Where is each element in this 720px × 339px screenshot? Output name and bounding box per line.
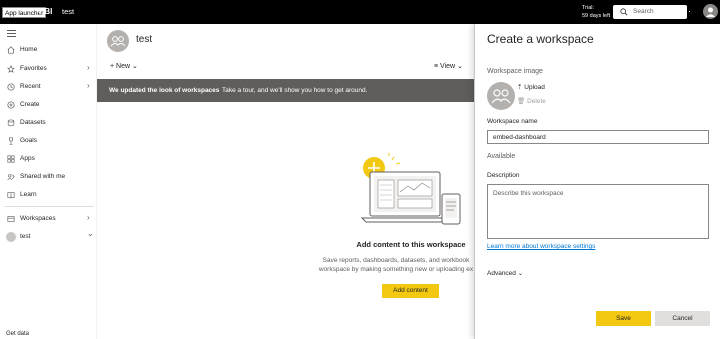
shared-icon xyxy=(7,174,15,181)
banner-headline: We updated the look of workspaces xyxy=(109,87,220,94)
save-button[interactable]: Save xyxy=(596,311,651,326)
sidebar-item-label: Recent xyxy=(20,83,41,90)
new-label: New xyxy=(116,63,131,70)
chevron-right-icon[interactable]: › xyxy=(87,81,90,90)
sidebar-item-label: Shared with me xyxy=(20,173,66,180)
star-icon xyxy=(7,65,15,73)
name-availability-status: Available xyxy=(487,153,516,160)
workspace-image-label: Workspace image xyxy=(487,68,543,75)
empty-workspace-illustration xyxy=(360,153,461,225)
empty-state-description: Save reports, dashboards, datasets, and … xyxy=(316,256,476,274)
sidebar-item-create[interactable]: Create xyxy=(0,97,97,113)
delete-label: Delete xyxy=(527,98,546,105)
sidebar-item-label: test xyxy=(20,233,31,240)
workspace-image xyxy=(487,82,515,110)
sidebar-item-apps[interactable]: Apps xyxy=(0,151,97,167)
plus-icon: + xyxy=(110,63,115,70)
chevron-right-icon[interactable]: › xyxy=(87,63,90,72)
workspace-avatar xyxy=(6,232,16,242)
empty-state-desc-line: Save reports, dashboards, datasets, and … xyxy=(322,257,470,264)
new-button[interactable]: + New ⌄ xyxy=(110,62,138,70)
sidebar-item-label: Apps xyxy=(20,155,35,162)
delete-image-button[interactable]: 🗑︎ Delete xyxy=(517,97,546,105)
workspace-logo xyxy=(107,30,129,52)
chevron-down-icon: ⌄ xyxy=(457,63,463,70)
advanced-label: Advanced xyxy=(487,270,516,277)
search-icon xyxy=(620,8,628,16)
advanced-toggle[interactable]: Advanced ⌄ xyxy=(487,269,523,277)
workspace-name-input[interactable] xyxy=(487,130,709,144)
sidebar-divider xyxy=(4,206,94,207)
chevron-down-icon: ⌄ xyxy=(132,63,138,70)
sidebar-item-label: Favorites xyxy=(20,65,47,72)
workspace-tour-banner[interactable]: We updated the look of workspaces Take a… xyxy=(97,79,477,102)
group-icon xyxy=(491,89,511,104)
view-icon: ≡ xyxy=(434,63,439,70)
top-bar: App launcher r BI test Trial: 59 days le… xyxy=(0,0,720,24)
sidebar-item-workspaces[interactable]: Workspaces › xyxy=(0,211,97,227)
account-avatar[interactable] xyxy=(703,4,718,19)
home-icon xyxy=(7,46,15,54)
learn-more-link[interactable]: Learn more about workspace settings xyxy=(487,243,595,250)
view-label: View xyxy=(440,63,456,70)
banner-text: Take a tour, and we'll show you how to g… xyxy=(222,87,368,94)
get-data-link[interactable]: Get data xyxy=(6,331,29,337)
sidebar-item-home[interactable]: Home xyxy=(0,42,97,58)
workspace-name-label: Workspace name xyxy=(487,118,538,125)
page-title: test xyxy=(136,34,153,45)
apps-icon xyxy=(7,155,15,163)
chevron-down-icon[interactable]: ⌄ xyxy=(87,229,94,238)
sidebar-item-datasets[interactable]: Datasets xyxy=(0,115,97,131)
empty-state-desc-line: workspace by making something new or upl… xyxy=(318,266,474,273)
more-options-icon[interactable]: ··· xyxy=(681,7,692,16)
book-icon xyxy=(7,192,15,199)
sidebar-item-recent[interactable]: Recent › xyxy=(0,79,97,95)
panel-title: Create a workspace xyxy=(487,32,594,46)
breadcrumb-workspace[interactable]: test xyxy=(62,6,74,17)
chevron-right-icon[interactable]: › xyxy=(87,213,90,222)
add-content-button[interactable]: Add content xyxy=(382,284,439,298)
trial-label: Trial: xyxy=(582,5,595,11)
sidebar-item-test[interactable]: test ⌄ xyxy=(0,229,97,245)
sidebar-item-label: Create xyxy=(20,101,40,108)
group-icon xyxy=(110,36,126,47)
left-nav: Home Favorites › Recent › Create Dataset… xyxy=(0,24,97,339)
clock-icon xyxy=(7,83,15,91)
sidebar-item-label: Goals xyxy=(20,137,37,144)
sidebar-item-shared-with-me[interactable]: Shared with me xyxy=(0,169,97,185)
person-icon xyxy=(706,7,715,17)
database-icon xyxy=(7,119,15,127)
trash-icon: 🗑︎ xyxy=(517,98,526,105)
hamburger-menu-icon[interactable] xyxy=(7,30,16,37)
sidebar-item-goals[interactable]: Goals xyxy=(0,133,97,149)
sidebar-item-favorites[interactable]: Favorites › xyxy=(0,61,97,77)
plus-icon xyxy=(7,101,15,109)
description-textarea[interactable] xyxy=(487,184,709,239)
sidebar-item-learn[interactable]: Learn xyxy=(0,187,97,203)
workspaces-icon xyxy=(7,216,15,222)
search-box[interactable]: Search xyxy=(613,5,687,19)
upload-image-button[interactable]: ⇡ Upload xyxy=(517,83,545,91)
view-button[interactable]: ≡ View ⌄ xyxy=(434,62,463,70)
sidebar-item-label: Workspaces xyxy=(20,215,56,222)
sidebar-item-label: Datasets xyxy=(20,119,46,126)
search-placeholder: Search xyxy=(633,8,654,15)
trial-days: 59 days left xyxy=(582,13,611,19)
trial-status: Trial: 59 days left xyxy=(582,4,610,20)
upload-label: Upload xyxy=(524,84,545,91)
cancel-button[interactable]: Cancel xyxy=(655,311,710,326)
upload-icon: ⇡ xyxy=(517,84,523,91)
app-name[interactable]: r BI xyxy=(39,6,52,17)
trophy-icon xyxy=(9,137,13,145)
create-workspace-panel: Create a workspace Workspace image ⇡ Upl… xyxy=(474,24,720,339)
sidebar-item-label: Home xyxy=(20,46,38,53)
sidebar-item-label: Learn xyxy=(20,191,37,198)
description-label: Description xyxy=(487,172,520,179)
chevron-down-icon: ⌄ xyxy=(517,270,524,277)
